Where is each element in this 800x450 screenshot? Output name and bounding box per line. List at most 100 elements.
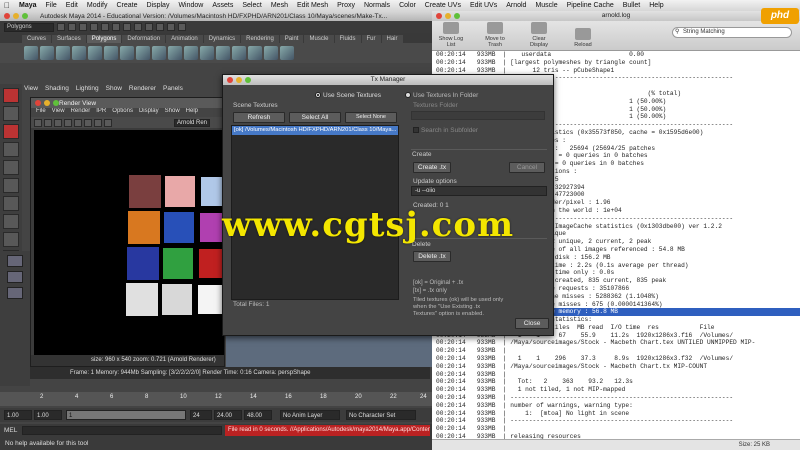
mel-label[interactable]: MEL — [4, 427, 17, 434]
menubar-bullet[interactable]: Bullet — [623, 2, 641, 9]
tab-curves[interactable]: Curves — [22, 35, 52, 43]
tab-animation[interactable]: Animation — [166, 35, 203, 43]
range-bar[interactable]: 1 — [66, 410, 186, 420]
rv-menu-render[interactable]: Render — [71, 108, 91, 117]
menubar-create-uvs[interactable]: Create UVs — [425, 2, 461, 9]
poly-torus-icon[interactable] — [104, 46, 118, 60]
tab-fur[interactable]: Fur — [361, 35, 381, 43]
menubar-color[interactable]: Color — [399, 2, 416, 9]
search-input[interactable]: ⚲ String Matching — [672, 27, 792, 38]
ipr-render-icon[interactable] — [167, 23, 175, 31]
menubar-select[interactable]: Select — [242, 2, 261, 9]
poly-plane-icon[interactable] — [88, 46, 102, 60]
rv-menu-display[interactable]: Display — [139, 108, 159, 117]
menubar-help[interactable]: Help — [649, 2, 663, 9]
camera-icon[interactable] — [7, 271, 23, 283]
close-icon[interactable] — [4, 13, 10, 19]
tab-deformation[interactable]: Deformation — [122, 35, 166, 43]
apple-icon[interactable]:  — [4, 1, 10, 10]
snap-curve-icon[interactable] — [134, 23, 142, 31]
smooth-icon[interactable] — [216, 46, 230, 60]
zoom-icon[interactable] — [454, 13, 460, 19]
merge-icon[interactable] — [264, 46, 278, 60]
render-canvas[interactable] — [34, 130, 224, 356]
show-log-list-button[interactable]: Show Log List — [436, 22, 466, 48]
menubar-display[interactable]: Display — [147, 2, 170, 9]
menubar-arnold[interactable]: Arnold — [506, 2, 526, 9]
end-time-field[interactable]: 24.00 — [214, 410, 242, 420]
clear-display-button[interactable]: Clear Display — [524, 22, 554, 48]
manipulator-icon[interactable] — [3, 196, 19, 211]
panel-menu-panels[interactable]: Panels — [163, 85, 183, 95]
tab-hair[interactable]: Hair — [381, 35, 403, 43]
combine-icon[interactable] — [120, 46, 134, 60]
close-icon[interactable] — [35, 100, 41, 106]
poly-cone-icon[interactable] — [72, 46, 86, 60]
rotate-tool-icon[interactable] — [3, 160, 19, 175]
texture-list-item[interactable]: [ok] /Volumes/Macintosh HD/FXPHD/ARN201/… — [232, 126, 398, 135]
move-to-trash-button[interactable]: Move to Trash — [480, 22, 510, 48]
new-scene-icon[interactable] — [57, 23, 65, 31]
scale-tool-icon[interactable] — [3, 178, 19, 193]
menubar-file[interactable]: File — [46, 2, 57, 9]
search-subfolder-checkbox[interactable]: Search in Subfolder — [413, 127, 478, 134]
zoom-icon[interactable] — [22, 13, 28, 19]
rv-menu-view[interactable]: View — [52, 108, 65, 117]
last-tool-icon[interactable] — [3, 214, 19, 229]
select-component-icon[interactable] — [112, 23, 120, 31]
rv-menu-help[interactable]: Help — [186, 108, 198, 117]
light-icon[interactable] — [7, 287, 23, 299]
move-tool-icon[interactable] — [3, 142, 19, 157]
poly-cube-icon[interactable] — [40, 46, 54, 60]
menubar-pipeline-cache[interactable]: Pipeline Cache — [567, 2, 614, 9]
tab-polygons[interactable]: Polygons — [86, 35, 122, 43]
anim-layer-select[interactable]: No Anim Layer — [280, 410, 340, 420]
snapshot-icon[interactable] — [54, 118, 62, 127]
panel-menu-view[interactable]: View — [24, 85, 38, 95]
panel-menu-show[interactable]: Show — [106, 85, 122, 95]
menubar-app-name[interactable]: Maya — [19, 2, 37, 9]
select-tool-icon[interactable] — [3, 88, 19, 103]
reload-button[interactable]: Reload — [568, 28, 598, 48]
layer-icon[interactable] — [7, 255, 23, 267]
real-size-icon[interactable] — [84, 118, 92, 127]
paint-select-icon[interactable] — [3, 124, 19, 139]
close-button[interactable]: Close — [515, 318, 549, 329]
shelf-menu-icon[interactable] — [280, 46, 294, 60]
menubar-window[interactable]: Window — [178, 2, 203, 9]
tab-muscle[interactable]: Muscle — [304, 35, 334, 43]
select-none-button[interactable]: Select None — [345, 112, 397, 123]
create-tx-button[interactable]: Create .tx — [413, 162, 451, 173]
tab-rendering[interactable]: Rendering — [241, 35, 279, 43]
lasso-tool-icon[interactable] — [3, 106, 19, 121]
start-time-field[interactable]: 1.00 — [4, 410, 32, 420]
rv-menu-file[interactable]: File — [36, 108, 46, 117]
command-input[interactable] — [22, 426, 222, 435]
render-settings-icon[interactable] — [178, 23, 186, 31]
menubar-mesh[interactable]: Mesh — [271, 2, 288, 9]
delete-tx-button[interactable]: Delete .tx — [413, 251, 451, 262]
open-scene-icon[interactable] — [68, 23, 76, 31]
rgb-channel-icon[interactable] — [64, 118, 72, 127]
menubar-edit[interactable]: Edit — [66, 2, 78, 9]
tab-dynamics[interactable]: Dynamics — [203, 35, 241, 43]
layout-single-icon[interactable] — [3, 232, 19, 247]
renderer-select[interactable]: Arnold Ren — [174, 118, 211, 127]
refresh-button[interactable]: Refresh — [233, 112, 285, 123]
character-set-select[interactable]: No Character Set — [346, 410, 416, 420]
options-input[interactable]: -u --oiio — [411, 186, 547, 196]
redo-render-icon[interactable] — [34, 118, 42, 127]
save-scene-icon[interactable] — [79, 23, 87, 31]
menubar-edit-uvs[interactable]: Edit UVs — [470, 2, 497, 9]
poly-cylinder-icon[interactable] — [56, 46, 70, 60]
menubar-modify[interactable]: Modify — [87, 2, 108, 9]
append-icon[interactable] — [184, 46, 198, 60]
select-object-icon[interactable] — [101, 23, 109, 31]
menubar-edit-mesh[interactable]: Edit Mesh — [297, 2, 328, 9]
keep-image-icon[interactable] — [94, 118, 102, 127]
menubar-proxy[interactable]: Proxy — [337, 2, 355, 9]
use-scene-radio[interactable]: Use Scene Textures — [315, 92, 381, 99]
total-end-field[interactable]: 48.00 — [244, 410, 272, 420]
extrude-icon[interactable] — [152, 46, 166, 60]
select-all-button[interactable]: Select All — [289, 112, 341, 123]
